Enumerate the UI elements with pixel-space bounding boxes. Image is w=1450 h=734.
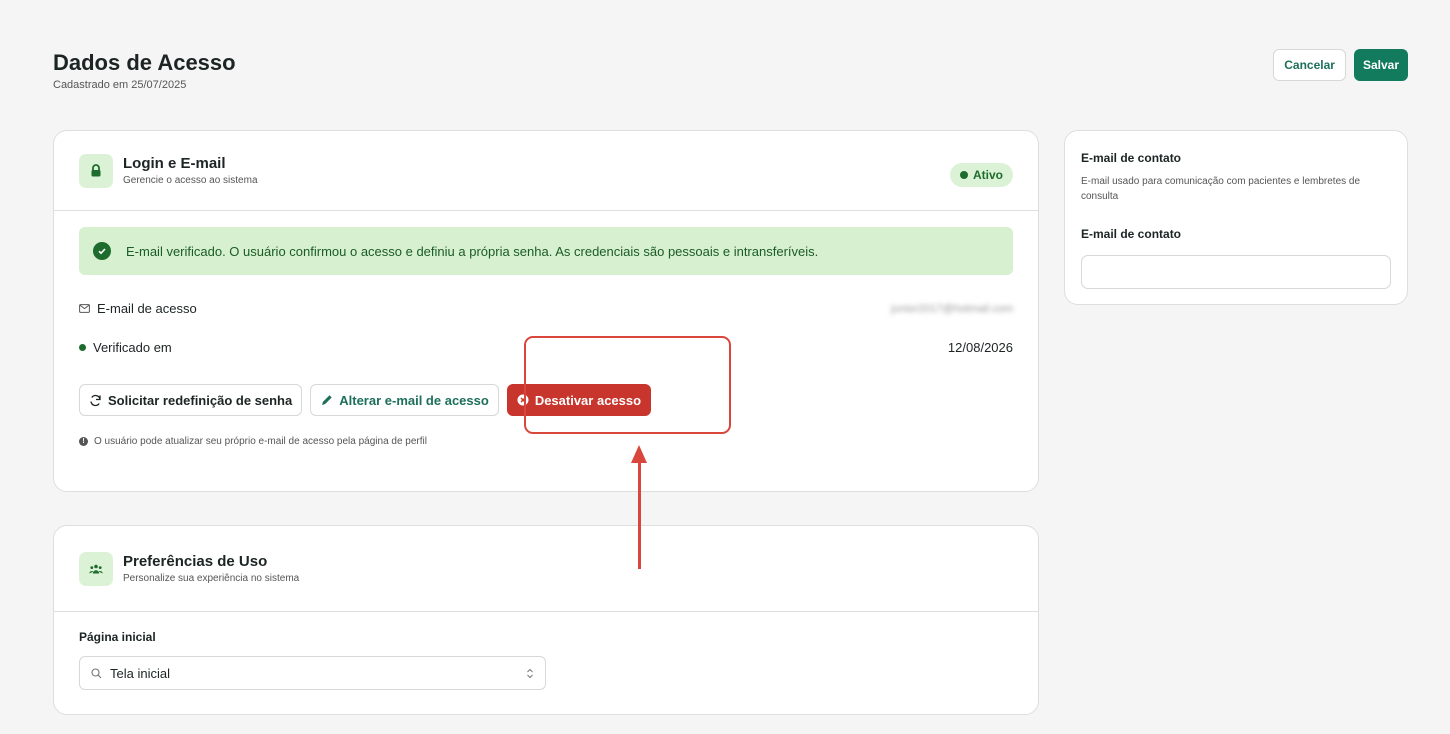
- lock-icon: [79, 153, 113, 188]
- status-badge-label: Ativo: [973, 168, 1003, 182]
- verified-label: Verificado em: [93, 340, 172, 355]
- verified-alert-text: E-mail verificado. O usuário confirmou o…: [126, 243, 819, 259]
- status-dot-icon: [960, 171, 968, 179]
- email-label: E-mail de acesso: [97, 301, 197, 316]
- header-actions: Cancelar Salvar: [1273, 49, 1408, 81]
- verified-date: 12/08/2026: [947, 340, 1013, 355]
- page-subtitle: Cadastrado em 25/07/2025: [53, 79, 187, 91]
- mail-icon: [79, 304, 90, 313]
- email-value: junior2017@hotmail.com: [891, 302, 1013, 315]
- preferences-card: Preferências de Uso Personalize sua expe…: [53, 525, 1039, 715]
- save-button[interactable]: Salvar: [1353, 49, 1408, 81]
- contact-email-label: E-mail de contato: [1081, 227, 1182, 241]
- cancel-button[interactable]: Cancelar: [1273, 49, 1346, 81]
- search-icon: [91, 667, 102, 678]
- pencil-icon: [322, 394, 332, 405]
- refresh-icon: [90, 394, 101, 406]
- reset-password-label: Solicitar redefinição de senha: [108, 392, 293, 408]
- change-email-button[interactable]: Alterar e-mail de acesso: [310, 384, 499, 416]
- annotation-arrow-head: [631, 445, 647, 463]
- login-card-title: Login e E-mail: [123, 155, 226, 172]
- login-card: Login e E-mail Gerencie o acesso ao sist…: [53, 130, 1039, 492]
- users-icon: [79, 551, 113, 586]
- contact-email-input[interactable]: [1081, 255, 1391, 289]
- home-page-label: Página inicial: [79, 630, 156, 644]
- verified-alert: E-mail verificado. O usuário confirmou o…: [79, 227, 1013, 275]
- preferences-card-subtitle: Personalize sua experiência no sistema: [123, 573, 300, 584]
- annotation-highlight-box: [524, 336, 731, 434]
- verified-dot-icon: [79, 344, 86, 351]
- contact-card-title: E-mail de contato: [1081, 151, 1182, 165]
- contact-card-description: E-mail usado para comunicação com pacien…: [1081, 176, 1361, 202]
- home-page-value: Tela inicial: [110, 665, 170, 681]
- home-page-select[interactable]: Tela inicial: [79, 656, 546, 690]
- page-title: Dados de Acesso: [53, 50, 236, 75]
- annotation-arrow-line: [638, 462, 641, 569]
- login-card-subtitle: Gerencie o acesso ao sistema: [123, 175, 258, 186]
- reset-password-button[interactable]: Solicitar redefinição de senha: [79, 384, 303, 416]
- email-hint-text: O usuário pode atualizar seu próprio e-m…: [94, 436, 427, 447]
- page-header: Dados de Acesso Cadastrado em 25/07/2025: [53, 50, 236, 91]
- login-card-header: Login e E-mail Gerencie o acesso ao sist…: [54, 131, 1038, 211]
- contact-email-card: E-mail de contato E-mail usado para comu…: [1064, 130, 1408, 305]
- check-circle-icon: [93, 242, 111, 260]
- email-hint: ! O usuário pode atualizar seu próprio e…: [79, 436, 427, 447]
- preferences-card-title: Preferências de Uso: [123, 553, 268, 570]
- chevron-updown-icon: [527, 668, 533, 678]
- change-email-label: Alterar e-mail de acesso: [339, 392, 489, 408]
- info-icon: !: [79, 437, 88, 446]
- email-row: E-mail de acesso junior2017@hotmail.com: [79, 301, 1013, 316]
- status-badge: Ativo: [950, 163, 1013, 187]
- preferences-card-header: Preferências de Uso Personalize sua expe…: [54, 526, 1038, 612]
